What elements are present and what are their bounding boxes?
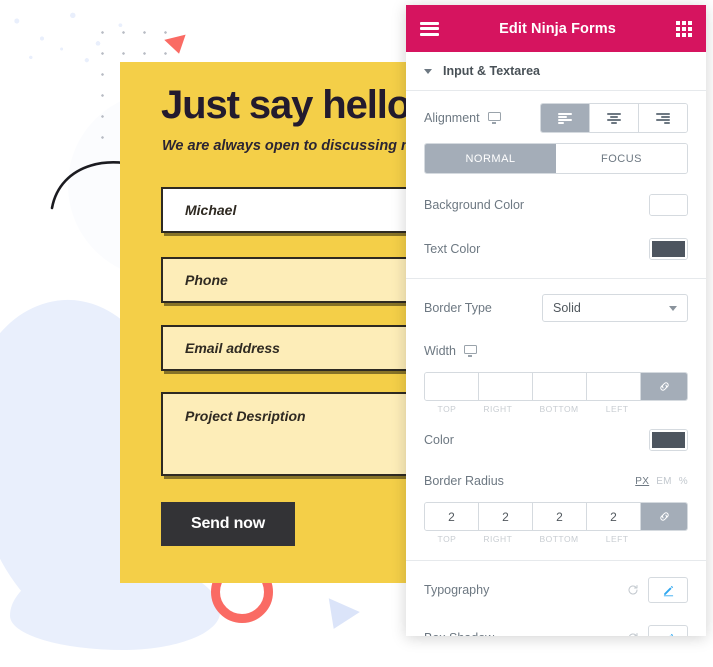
radius-left-label: LEFT — [605, 534, 629, 544]
panel-body: Alignment NORMAL FOCUS Background Color … — [406, 91, 706, 636]
section-header-input-textarea[interactable]: Input & Textarea — [406, 52, 706, 91]
width-dimension-control: TOP RIGHT BOTTOM LEFT — [406, 372, 706, 414]
align-center-icon — [607, 112, 621, 124]
radius-top-input[interactable]: 2 — [425, 503, 479, 530]
align-left-icon — [558, 112, 572, 124]
border-color-swatch[interactable] — [649, 429, 688, 451]
border-radius-unit-group: PX EM % — [635, 476, 688, 487]
background-color-label: Background Color — [424, 198, 525, 212]
width-top-label: TOP — [437, 404, 457, 414]
typography-edit-button[interactable] — [648, 577, 688, 603]
align-right-icon — [656, 112, 670, 124]
section-title: Input & Textarea — [443, 64, 541, 78]
chevron-down-icon — [424, 68, 432, 74]
text-color-row: Text Color — [406, 234, 706, 264]
box-shadow-controls — [627, 625, 688, 636]
alignment-choice-group — [540, 103, 688, 133]
hamburger-icon[interactable] — [420, 21, 439, 36]
radius-top-label: TOP — [437, 534, 457, 544]
reset-icon[interactable] — [627, 584, 639, 596]
border-radius-label: Border Radius — [424, 474, 504, 488]
border-color-row: Color — [406, 425, 706, 455]
width-label: Width — [424, 344, 456, 358]
width-right-label: RIGHT — [483, 404, 513, 414]
unit-px[interactable]: PX — [635, 476, 649, 487]
alignment-label: Alignment — [424, 111, 480, 125]
width-top-input[interactable] — [425, 373, 479, 400]
tab-focus[interactable]: FOCUS — [556, 144, 687, 173]
monitor-icon[interactable] — [487, 112, 501, 124]
align-right-button[interactable] — [639, 104, 687, 132]
edit-settings-panel: Edit Ninja Forms Input & Textarea Alignm… — [406, 5, 706, 636]
border-type-select[interactable]: Solid — [542, 294, 688, 322]
panel-title: Edit Ninja Forms — [499, 20, 616, 37]
pencil-icon — [663, 585, 673, 596]
unit-percent[interactable]: % — [679, 476, 688, 487]
divider — [406, 560, 706, 561]
send-now-button[interactable]: Send now — [161, 502, 295, 546]
reset-icon[interactable] — [627, 632, 639, 636]
coral-triangle-icon — [164, 34, 190, 57]
background-color-row: Background Color — [406, 190, 706, 220]
align-left-button[interactable] — [541, 104, 590, 132]
width-bottom-input[interactable] — [533, 373, 587, 400]
divider — [406, 278, 706, 279]
radius-bottom-label: BOTTOM — [539, 534, 579, 544]
box-shadow-edit-button[interactable] — [648, 625, 688, 636]
radius-bottom-input[interactable]: 2 — [533, 503, 587, 530]
page-subtitle: We are always open to discussing new — [162, 138, 430, 154]
box-shadow-label: Box Shadow — [424, 631, 494, 636]
width-left-label: LEFT — [605, 404, 629, 414]
text-color-swatch[interactable] — [649, 238, 688, 260]
width-bottom-label: BOTTOM — [539, 404, 579, 414]
monitor-icon[interactable] — [463, 345, 477, 357]
unit-em[interactable]: EM — [656, 476, 672, 487]
width-link-button[interactable] — [641, 373, 687, 400]
link-icon — [659, 382, 669, 391]
radius-right-label: RIGHT — [483, 534, 513, 544]
link-icon — [659, 512, 669, 521]
lavender-triangle-icon — [318, 598, 360, 636]
width-label-group: Width — [424, 344, 477, 358]
border-type-value: Solid — [553, 301, 581, 315]
box-shadow-row: Box Shadow — [406, 623, 706, 636]
radius-link-button[interactable] — [641, 503, 687, 530]
border-type-row: Border Type Solid — [406, 293, 706, 323]
grid-icon[interactable] — [676, 20, 692, 37]
page-title: Just say hello — [161, 83, 411, 127]
width-right-input[interactable] — [479, 373, 533, 400]
align-center-button[interactable] — [590, 104, 639, 132]
panel-header: Edit Ninja Forms — [406, 5, 706, 52]
pencil-icon — [668, 633, 673, 636]
border-radius-row: Border Radius PX EM % — [406, 466, 706, 496]
border-type-label: Border Type — [424, 301, 492, 315]
border-color-label: Color — [424, 433, 454, 447]
background-color-swatch[interactable] — [649, 194, 688, 216]
tab-normal[interactable]: NORMAL — [425, 144, 556, 173]
radius-right-input[interactable]: 2 — [479, 503, 533, 530]
text-color-label: Text Color — [424, 242, 481, 256]
state-tab-group: NORMAL FOCUS — [424, 143, 688, 174]
typography-controls — [627, 577, 688, 603]
width-row: Width — [406, 336, 706, 366]
typography-label: Typography — [424, 583, 490, 597]
typography-row: Typography — [406, 575, 706, 605]
alignment-label-group: Alignment — [424, 111, 501, 125]
alignment-row: Alignment — [406, 103, 706, 133]
radius-left-input[interactable]: 2 — [587, 503, 641, 530]
chevron-down-icon — [669, 305, 677, 311]
width-left-input[interactable] — [587, 373, 641, 400]
border-radius-dimension-control: 2 2 2 2 TOP RIGHT BOTTOM LEFT — [406, 502, 706, 544]
